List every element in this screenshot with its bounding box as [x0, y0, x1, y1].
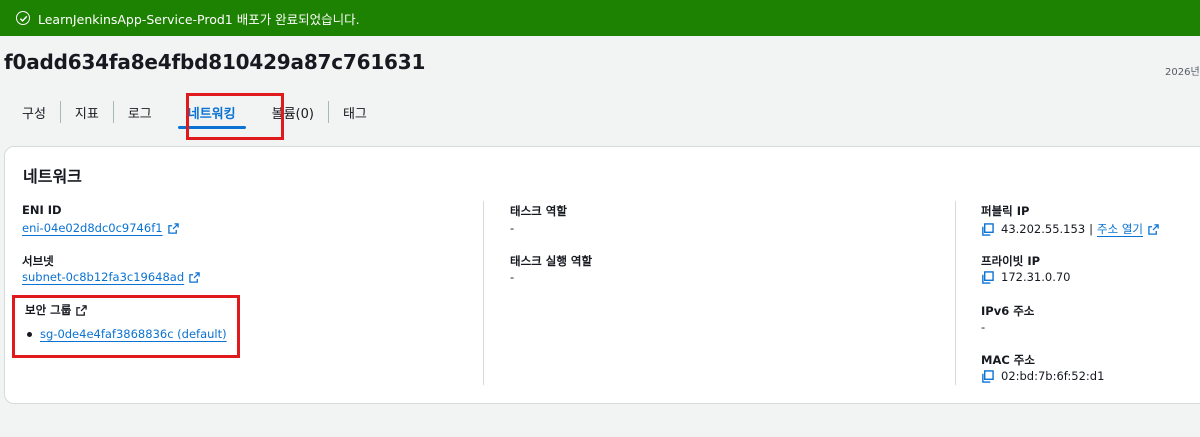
tab-configuration[interactable]: 구성 [8, 92, 60, 132]
external-link-icon[interactable] [76, 304, 88, 316]
private-ip-label: 프라이빗 IP [981, 254, 1041, 268]
list-bullet [27, 331, 32, 337]
public-ip-value: 43.202.55.153 | 주소 열기 [981, 221, 1159, 237]
task-date: 2026년 [1165, 67, 1200, 78]
ipv6-label: IPv6 주소 [981, 304, 1035, 318]
column-divider [483, 201, 484, 385]
separator: | [1089, 222, 1094, 236]
subnet-label: 서브넷 [22, 254, 54, 268]
eni-link[interactable]: eni-04e02d8dc0c9746f1 [22, 221, 163, 235]
tab-tags[interactable]: 태그 [329, 92, 381, 132]
subnet-link[interactable]: subnet-0c8b12fa3c19648ad [22, 270, 184, 284]
security-group-list: sg-0de4e4faf3868836c (default) [27, 327, 227, 341]
panel-title: 네트워크 [23, 167, 82, 186]
public-ip-text: 43.202.55.153 [1001, 222, 1086, 236]
task-exec-role-label: 태스크 실행 역할 [510, 254, 593, 268]
copy-icon[interactable] [981, 270, 994, 284]
network-panel: 네트워크 ENI ID eni-04e02d8dc0c9746f1 서브넷 su… [4, 146, 1200, 404]
mac-label: MAC 주소 [981, 353, 1035, 367]
task-role-value: - [510, 221, 515, 235]
security-group-link[interactable]: sg-0de4e4faf3868836c (default) [40, 327, 227, 341]
external-link-icon[interactable] [1148, 223, 1159, 235]
private-ip-text: 172.31.0.70 [1001, 270, 1071, 284]
subnet-value: subnet-0c8b12fa3c19648ad [22, 270, 200, 284]
external-link-icon[interactable] [189, 271, 200, 283]
mac-text: 02:bd:7b:6f:52:d1 [1001, 369, 1105, 383]
banner-message: LearnJenkinsApp-Service-Prod1 배포가 완료되었습니… [38, 11, 360, 27]
public-ip-label: 퍼블릭 IP [981, 204, 1030, 218]
tab-volumes[interactable]: 볼륨(0) [258, 92, 328, 132]
external-link-icon[interactable] [167, 222, 179, 234]
eni-value: eni-04e02d8dc0c9746f1 [22, 221, 179, 235]
copy-icon[interactable] [981, 369, 994, 383]
check-circle-icon [16, 11, 30, 25]
tab-networking[interactable]: 네트워킹 [166, 92, 258, 132]
copy-icon[interactable] [981, 222, 994, 236]
security-group-label: 보안 그룹 [25, 303, 72, 317]
task-exec-role-value: - [510, 270, 515, 284]
security-group-label-row: 보안 그룹 [25, 302, 88, 318]
tab-metrics[interactable]: 지표 [61, 92, 113, 132]
task-id-title: f0add634fa8e4fbd810429a87c761631 [4, 50, 426, 74]
private-ip-value: 172.31.0.70 [981, 270, 1071, 284]
eni-label: ENI ID [22, 203, 62, 217]
column-divider [955, 201, 956, 385]
ipv6-value: - [981, 320, 986, 334]
tab-bar: 구성 지표 로그 네트워킹 볼륨(0) 태그 [8, 92, 381, 132]
tab-logs[interactable]: 로그 [114, 92, 166, 132]
success-banner: LearnJenkinsApp-Service-Prod1 배포가 완료되었습니… [0, 0, 1200, 36]
task-role-label: 태스크 역할 [510, 204, 567, 218]
mac-value: 02:bd:7b:6f:52:d1 [981, 369, 1104, 383]
open-address-link[interactable]: 주소 열기 [1097, 221, 1143, 237]
